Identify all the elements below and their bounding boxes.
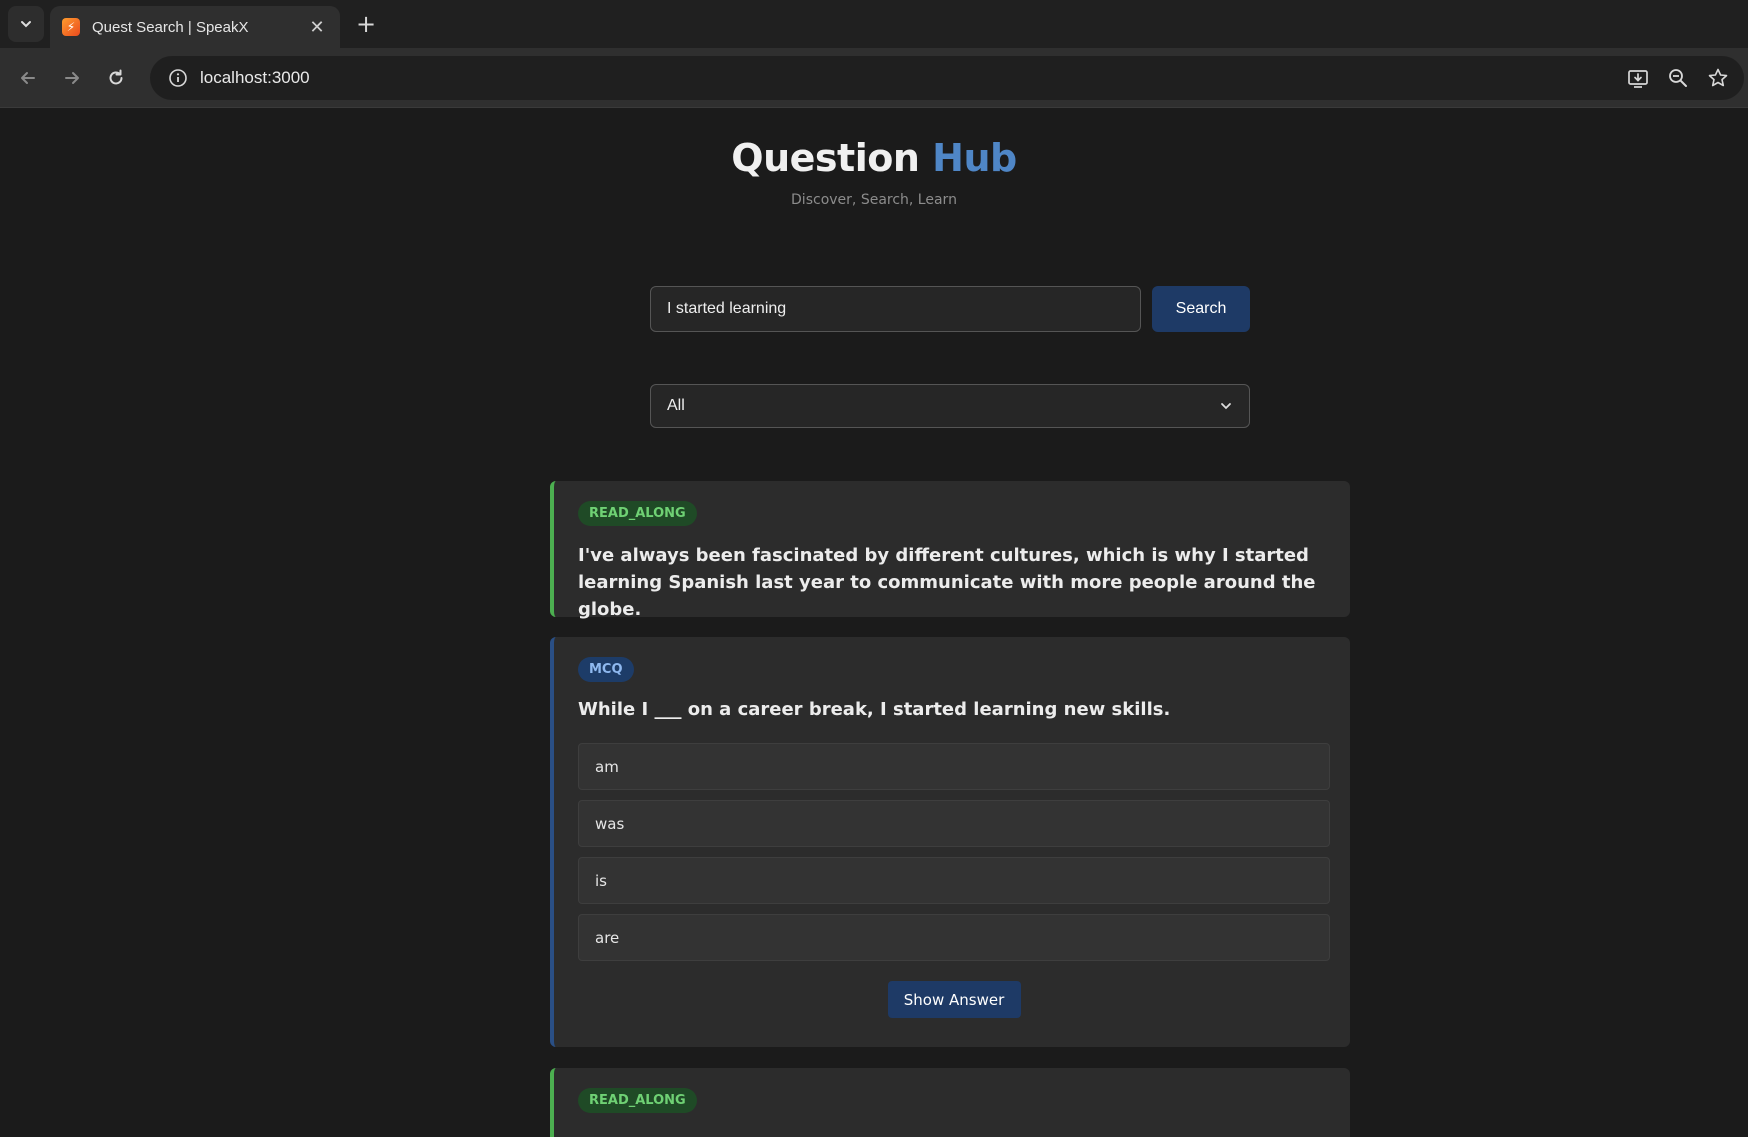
install-app-button[interactable] xyxy=(1622,62,1654,94)
type-filter-select[interactable]: All xyxy=(650,384,1250,428)
search-input[interactable] xyxy=(650,286,1141,332)
page-title: Question Hub xyxy=(0,136,1748,180)
question-card: READ_ALONG I've always been fascinated b… xyxy=(550,481,1350,620)
star-icon xyxy=(1708,68,1728,87)
show-answer-button[interactable]: Show Answer xyxy=(887,981,1021,1018)
zoom-out-icon xyxy=(1669,69,1687,87)
question-type-badge: READ_ALONG xyxy=(578,1088,697,1113)
chevron-down-icon xyxy=(1221,403,1231,410)
install-icon xyxy=(1628,70,1648,88)
mcq-option[interactable]: are xyxy=(578,914,1330,961)
mcq-options: am was is are xyxy=(578,743,1330,961)
browser-tab-active[interactable]: ⚡ Quest Search | SpeakX ✕ xyxy=(50,6,340,48)
speakx-favicon-icon: ⚡ xyxy=(62,18,80,36)
question-type-badge: MCQ xyxy=(578,657,634,682)
mcq-option[interactable]: is xyxy=(578,857,1330,904)
reload-button[interactable] xyxy=(100,62,132,94)
new-tab-button[interactable]: + xyxy=(352,10,380,38)
zoom-button[interactable] xyxy=(1662,62,1694,94)
back-button[interactable] xyxy=(12,62,44,94)
tab-search-button[interactable] xyxy=(8,6,44,42)
site-info-button[interactable] xyxy=(156,56,200,100)
bookmark-button[interactable] xyxy=(1702,62,1734,94)
question-card: READ_ALONG xyxy=(550,1068,1350,1137)
mcq-option[interactable]: was xyxy=(578,800,1330,847)
forward-button[interactable] xyxy=(56,62,88,94)
arrow-right-icon xyxy=(65,72,79,84)
info-icon xyxy=(169,69,187,87)
search-button[interactable]: Search xyxy=(1152,286,1250,332)
filter-selected-value: All xyxy=(667,397,685,414)
browser-tabstrip: ⚡ Quest Search | SpeakX ✕ + xyxy=(0,0,1748,48)
question-text: I've always been fascinated by different… xyxy=(578,545,1316,620)
question-type-badge: READ_ALONG xyxy=(578,501,697,526)
page-subtitle: Discover, Search, Learn xyxy=(791,192,957,208)
tab-title: Quest Search | SpeakX xyxy=(92,18,249,36)
reload-icon xyxy=(109,69,123,85)
question-text: While I ___ on a career break, I started… xyxy=(578,699,1171,720)
title-accent: Hub xyxy=(932,136,1017,180)
question-card: MCQ While I ___ on a career break, I sta… xyxy=(550,637,1350,1047)
close-icon[interactable]: ✕ xyxy=(306,17,328,38)
mcq-option[interactable]: am xyxy=(578,743,1330,790)
page-header: Question Hub Discover, Search, Learn xyxy=(0,136,1748,208)
page-content: Question Hub Discover, Search, Learn Sea… xyxy=(0,108,1748,1137)
chevron-down-icon xyxy=(21,21,31,28)
browser-toolbar: localhost:3000 xyxy=(0,48,1748,108)
title-main: Question xyxy=(731,136,920,180)
search-row: Search xyxy=(650,286,1250,332)
address-bar[interactable]: localhost:3000 xyxy=(150,56,1744,100)
arrow-left-icon xyxy=(21,72,35,84)
url-text: localhost:3000 xyxy=(200,68,310,87)
